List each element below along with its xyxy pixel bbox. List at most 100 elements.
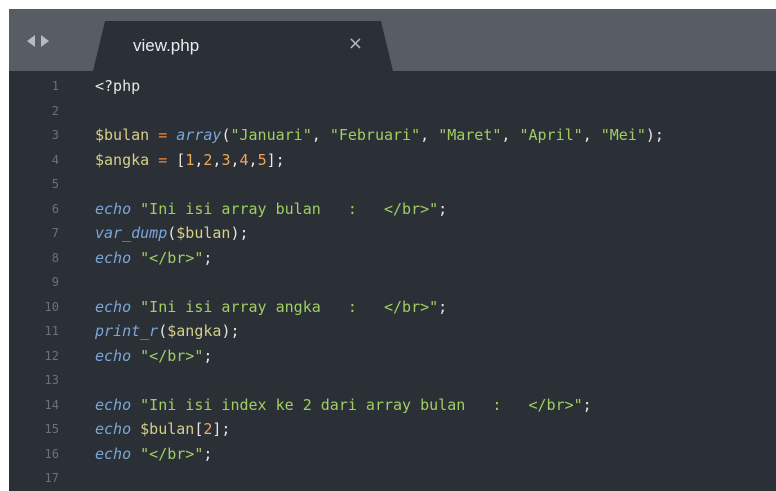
- close-icon[interactable]: ×: [348, 33, 363, 54]
- code-token: ];: [212, 420, 231, 438]
- code-line[interactable]: 8 echo "</br>";: [9, 246, 776, 270]
- code-token: ,: [248, 150, 258, 169]
- code-token: echo: [95, 346, 132, 365]
- line-number: 1: [51, 79, 59, 93]
- code-token: "April": [519, 126, 583, 144]
- code-token: ,: [311, 126, 330, 144]
- code-token: "Maret": [438, 126, 502, 144]
- code-line[interactable]: 17: [9, 466, 776, 490]
- code-line[interactable]: 5: [9, 172, 776, 196]
- code-line[interactable]: 1 <?php: [9, 74, 776, 98]
- code-token: $angka: [95, 150, 150, 169]
- code-text: echo "</br>";: [95, 344, 212, 368]
- code-token: $bulan: [140, 420, 195, 438]
- code-token: ,: [582, 126, 601, 144]
- line-number: 17: [44, 471, 59, 485]
- code-token: echo: [95, 420, 132, 438]
- code-token: "</br>": [140, 346, 204, 365]
- code-line[interactable]: 7 var_dump($bulan);: [9, 221, 776, 245]
- tab-navigation: [27, 33, 49, 49]
- code-text: var_dump($bulan);: [95, 221, 249, 245]
- code-token: ;: [203, 444, 213, 463]
- code-token: ,: [230, 150, 240, 169]
- editor-window: view.php × 1 <?php 2 3 $bulan = array("Janua…: [9, 9, 776, 491]
- code-text: $angka = [1,2,3,4,5];: [95, 148, 285, 172]
- code-token: "Ini isi array bulan : </br>": [140, 199, 439, 218]
- code-token: =: [158, 150, 168, 169]
- code-token: echo: [95, 199, 132, 218]
- code-text: echo "Ini isi array angka : </br>";: [95, 295, 447, 319]
- chevron-left-icon[interactable]: [27, 35, 35, 47]
- code-token: );: [230, 224, 249, 242]
- code-line[interactable]: 3 $bulan = array("Januari", "Februari", "…: [9, 123, 776, 147]
- line-number: 9: [51, 275, 59, 289]
- code-token: echo: [95, 248, 132, 267]
- code-token: "Mei": [600, 126, 646, 144]
- code-token: 5: [257, 150, 267, 169]
- code-line[interactable]: 13: [9, 368, 776, 392]
- code-token: =: [158, 126, 168, 144]
- chevron-right-icon[interactable]: [41, 35, 49, 47]
- code-text: echo "Ini isi index ke 2 dari array bula…: [95, 393, 592, 417]
- line-number: 5: [51, 177, 59, 191]
- code-token: 1: [185, 150, 195, 169]
- line-number: 16: [44, 446, 59, 461]
- code-token: echo: [95, 297, 132, 316]
- code-token: echo: [95, 444, 132, 463]
- code-token: $angka: [167, 322, 222, 340]
- code-line[interactable]: 11 print_r($angka);: [9, 319, 776, 343]
- code-token: <?php: [95, 77, 141, 95]
- code-line[interactable]: 16 echo "</br>";: [9, 442, 776, 466]
- code-line[interactable]: 9: [9, 270, 776, 294]
- line-number: 8: [51, 250, 59, 265]
- code-text: <?php: [95, 74, 140, 98]
- code-text: echo "Ini isi array bulan : </br>";: [95, 197, 447, 221]
- tab-view-php[interactable]: view.php ×: [93, 21, 393, 71]
- code-token: array: [176, 126, 222, 144]
- code-token: ,: [501, 126, 520, 144]
- code-text: $bulan = array("Januari", "Februari", "M…: [95, 123, 664, 147]
- code-line[interactable]: 4 $angka = [1,2,3,4,5];: [9, 148, 776, 172]
- code-token: "Ini isi array angka : </br>": [140, 297, 439, 316]
- line-number: 15: [44, 422, 59, 436]
- code-token: ,: [420, 126, 439, 144]
- code-token: "Januari": [230, 126, 312, 144]
- code-line[interactable]: 10 echo "Ini isi array angka : </br>";: [9, 295, 776, 319]
- code-text: echo "</br>";: [95, 246, 212, 270]
- line-number: 7: [51, 226, 59, 240]
- tab-title: view.php: [133, 36, 200, 55]
- code-token: ;: [203, 346, 213, 365]
- line-number: 3: [51, 128, 59, 142]
- code-token: $bulan: [176, 224, 231, 242]
- code-token: "</br>": [140, 248, 204, 267]
- code-line[interactable]: 15 echo $bulan[2];: [9, 417, 776, 441]
- tab-bar: view.php ×: [9, 9, 776, 71]
- line-number: 2: [51, 103, 59, 118]
- code-text: echo "</br>";: [95, 442, 212, 466]
- code-token: (: [158, 322, 168, 340]
- line-number: 12: [44, 348, 59, 363]
- code-line[interactable]: 12 echo "</br>";: [9, 344, 776, 368]
- code-token: ];: [266, 150, 285, 169]
- code-token: var_dump: [95, 224, 168, 242]
- code-line[interactable]: 2: [9, 99, 776, 123]
- code-editor[interactable]: 1 <?php 2 3 $bulan = array("Januari", "Febru…: [9, 71, 776, 491]
- code-token: "Ini isi index ke 2 dari array bulan : <…: [140, 395, 583, 414]
- code-line[interactable]: 14 echo "Ini isi index ke 2 dari array bu…: [9, 393, 776, 417]
- code-token: (: [167, 224, 177, 242]
- code-token: ;: [438, 297, 448, 316]
- code-token: ;: [438, 199, 448, 218]
- code-text: echo $bulan[2];: [95, 417, 230, 441]
- code-token: ;: [582, 395, 592, 414]
- code-line[interactable]: 6 echo "Ini isi array bulan : </br>";: [9, 197, 776, 221]
- code-token: );: [645, 126, 664, 144]
